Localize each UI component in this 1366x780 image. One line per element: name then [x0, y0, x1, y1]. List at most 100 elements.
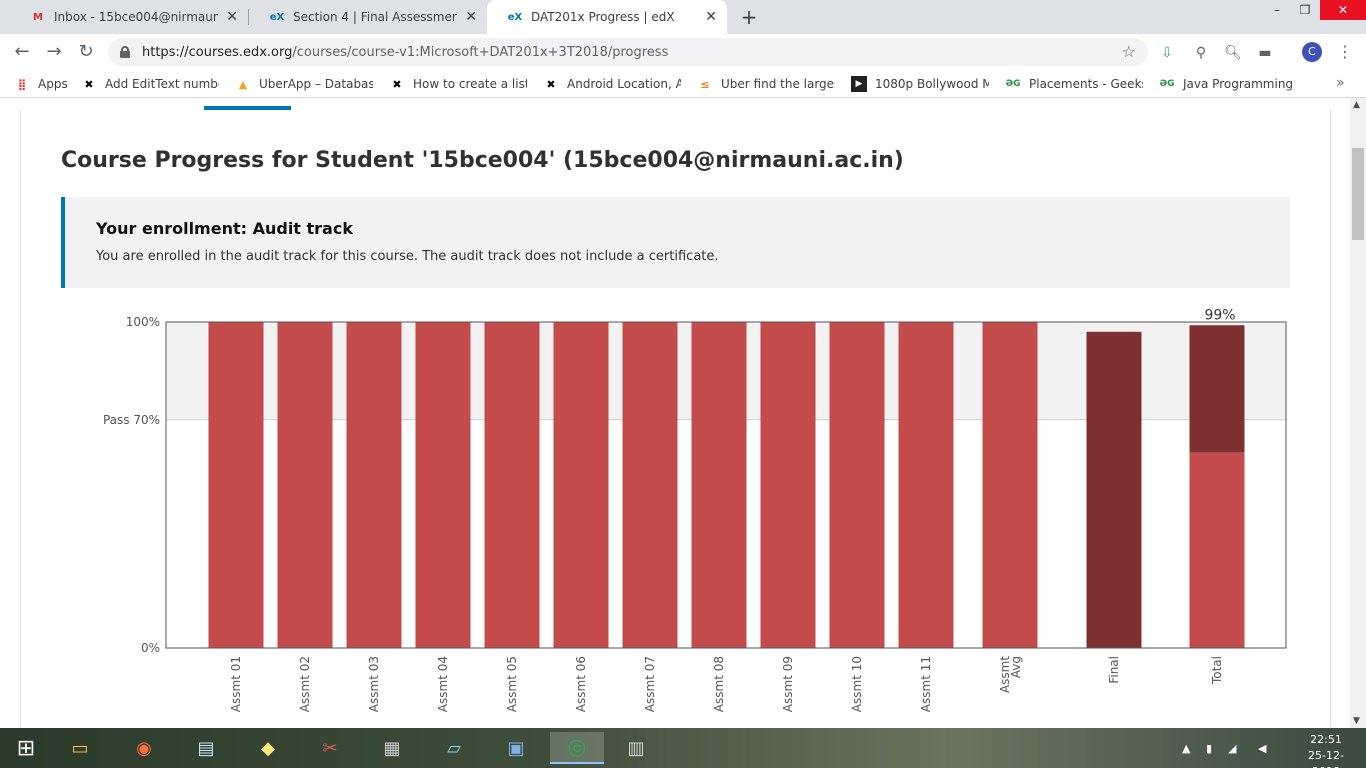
firefox-icon[interactable]: ◉ — [124, 732, 164, 764]
scroll-thumb[interactable] — [1352, 148, 1364, 240]
calculator-icon[interactable]: ▦ — [372, 732, 412, 764]
tab-title: DAT201x Progress | edX — [531, 10, 675, 24]
close-tab-icon[interactable]: ✕ — [465, 9, 477, 25]
x-tick-label: Assmt 01 — [229, 656, 243, 712]
clock-date: 25-12-2018 — [1308, 749, 1344, 778]
more-bookmarks-icon[interactable]: » — [1336, 75, 1345, 91]
chrome-icon[interactable]: ◎ — [550, 732, 604, 764]
new-tab-button[interactable]: + — [737, 5, 761, 29]
bookmark-item[interactable]: ≤ Uber find the largest — [697, 76, 835, 92]
x-icon: ✖ — [392, 77, 402, 91]
edx-icon: eX — [507, 11, 523, 23]
tab-progress[interactable]: eX DAT201x Progress | edX ✕ — [487, 0, 727, 34]
x-tick-label: Final — [1107, 656, 1121, 684]
grade-chart: Assmt 01 Assmt 02 Assmt 03 Assmt 04 Assmt 05… — [0, 98, 1350, 728]
bookmark-apps[interactable]: ⣿ Apps — [14, 76, 74, 92]
extension-grey-icon[interactable]: ▬ — [1256, 44, 1274, 62]
bookmark-item[interactable]: ƏG Java Programming La — [1159, 76, 1297, 92]
edx-icon: eX — [269, 11, 285, 23]
bookmark-star-icon[interactable]: ☆ — [1122, 42, 1136, 61]
system-clock[interactable]: 22:51 25-12-2018 — [1296, 732, 1356, 780]
control-panel-icon[interactable]: ▣ — [496, 732, 536, 764]
bar-assmt-04 — [415, 322, 471, 648]
address-bar[interactable]: https://courses.edx.org/courses/course-v… — [108, 38, 1148, 66]
bookmarks-bar: ⣿ Apps ✖ Add EditText number ▲ UberApp –… — [0, 70, 1366, 98]
x-tick-label: Assmt 02 — [298, 656, 312, 712]
bookmark-item[interactable]: ✖ Android Location, Ad — [543, 76, 681, 92]
extension-bike-icon[interactable]: ⚲ — [1192, 44, 1210, 62]
bar-assmt-avg — [982, 322, 1038, 648]
apps-grid-icon: ⣿ — [17, 77, 27, 91]
x-tick-label: Assmt 05 — [505, 656, 519, 712]
menu-icon[interactable]: ⋮ — [1337, 42, 1353, 61]
tab-final-assessment[interactable]: eX Section 4 | Final Assessment | DAT ✕ — [249, 0, 487, 34]
bar-total-assignments — [1189, 452, 1245, 648]
close-tab-icon[interactable]: ✕ — [705, 9, 717, 25]
extension-download-icon[interactable]: ⇩ — [1158, 44, 1176, 62]
bookmark-label: UberApp – Database — [259, 77, 373, 91]
bookmark-label: Apps — [38, 77, 68, 91]
page-content: Course Progress for Student '15bce004' (… — [0, 98, 1350, 728]
x-tick-label: Assmt 11 — [919, 656, 933, 712]
y-tick-label: 100% — [126, 315, 160, 329]
bookmark-item[interactable]: ✖ How to create a list a — [389, 76, 527, 92]
reload-button[interactable]: ↻ — [74, 40, 98, 64]
bookmark-item[interactable]: ▶ 1080p Bollywood Mo — [851, 76, 989, 92]
scroll-down-icon[interactable]: ▼ — [1353, 716, 1360, 726]
geeks-icon: ƏG — [1159, 79, 1175, 89]
bookmark-label: Placements - Geeksfo — [1029, 77, 1143, 91]
scroll-up-icon[interactable]: ▲ — [1353, 100, 1360, 110]
bar-assmt-09 — [760, 322, 816, 648]
bar-assmt-06 — [553, 322, 609, 648]
bookmark-label: Android Location, Ad — [567, 77, 681, 91]
bookmark-item[interactable]: ƏG Placements - Geeksfo — [1005, 76, 1143, 92]
battery-icon[interactable]: ▮ — [1206, 728, 1212, 768]
bookmark-label: Java Programming La — [1183, 77, 1297, 91]
play-icon: ▶ — [851, 76, 867, 92]
x-tick-label: Total — [1210, 656, 1224, 685]
virtualbox-icon[interactable]: ▥ — [616, 732, 656, 764]
firebase-icon: ▲ — [238, 77, 248, 91]
show-hidden-icons[interactable]: ▲ — [1182, 728, 1190, 768]
tab-title: Inbox - 15bce004@nirmauni.ac.in — [54, 10, 219, 24]
close-window-button[interactable]: ✕ — [1320, 0, 1366, 20]
bookmark-label: How to create a list a — [413, 77, 527, 91]
x-tick-label: Assmt 03 — [367, 656, 381, 712]
bar-assmt-07 — [622, 322, 678, 648]
close-tab-icon[interactable]: ✕ — [226, 9, 238, 25]
sticky-notes-icon[interactable]: ◆ — [248, 732, 288, 764]
file-explorer-icon[interactable]: ▭ — [60, 732, 100, 764]
bar-assmt-05 — [484, 322, 540, 648]
notepad-icon[interactable]: ▱ — [434, 732, 474, 764]
bar-assmt-08 — [691, 322, 747, 648]
bookmark-item[interactable]: ▲ UberApp – Database — [235, 76, 373, 92]
volume-icon[interactable]: ◀ — [1258, 728, 1266, 768]
bar-assmt-02 — [277, 322, 333, 648]
restore-button[interactable]: ❐ — [1290, 0, 1320, 20]
x-tick-label: Assmt 07 — [643, 656, 657, 712]
tab-gmail[interactable]: M Inbox - 15bce004@nirmauni.ac.in ✕ — [10, 0, 248, 34]
tab-title: Section 4 | Final Assessment | DAT — [293, 10, 458, 24]
back-button[interactable]: ← — [10, 40, 34, 64]
forward-button[interactable]: → — [42, 40, 66, 64]
clock-time: 22:51 — [1310, 733, 1342, 746]
x-tick-label: Assmt 06 — [574, 656, 588, 712]
grade-chart-svg: Assmt 01 Assmt 02 Assmt 03 Assmt 04 Assmt 05… — [103, 307, 1287, 712]
x-tick-label: Assmt 08 — [712, 656, 726, 712]
windows-taskbar: ⊞ ▭ ◉ ▤ ◆ ✂ ▦ ▱ ▣ ◎ ▥ ▲ ▮ ◢ ◀ 22:51 25-1… — [0, 728, 1366, 778]
minimize-button[interactable]: – — [1262, 0, 1292, 20]
bookmark-label: Uber find the largest — [721, 77, 835, 91]
extension-search-icon[interactable]: 🔍︎ — [1224, 44, 1242, 62]
snipping-tool-icon[interactable]: ✂ — [310, 732, 350, 764]
url-host: https://courses.edx.org — [142, 44, 293, 60]
page-scrollbar[interactable]: ▲ ▼ — [1350, 98, 1366, 728]
bookmark-item[interactable]: ✖ Add EditText number — [81, 76, 219, 92]
task-manager-icon[interactable]: ▤ — [186, 732, 226, 764]
gmail-icon: M — [33, 11, 43, 23]
profile-avatar[interactable]: C — [1302, 42, 1322, 62]
windows-start-icon[interactable]: ⊞ — [6, 732, 46, 764]
y-tick-label: Pass 70% — [103, 413, 160, 427]
bar-total-final — [1189, 325, 1245, 453]
network-icon[interactable]: ◢ — [1228, 728, 1236, 768]
stackoverflow-icon: ≤ — [700, 77, 710, 91]
